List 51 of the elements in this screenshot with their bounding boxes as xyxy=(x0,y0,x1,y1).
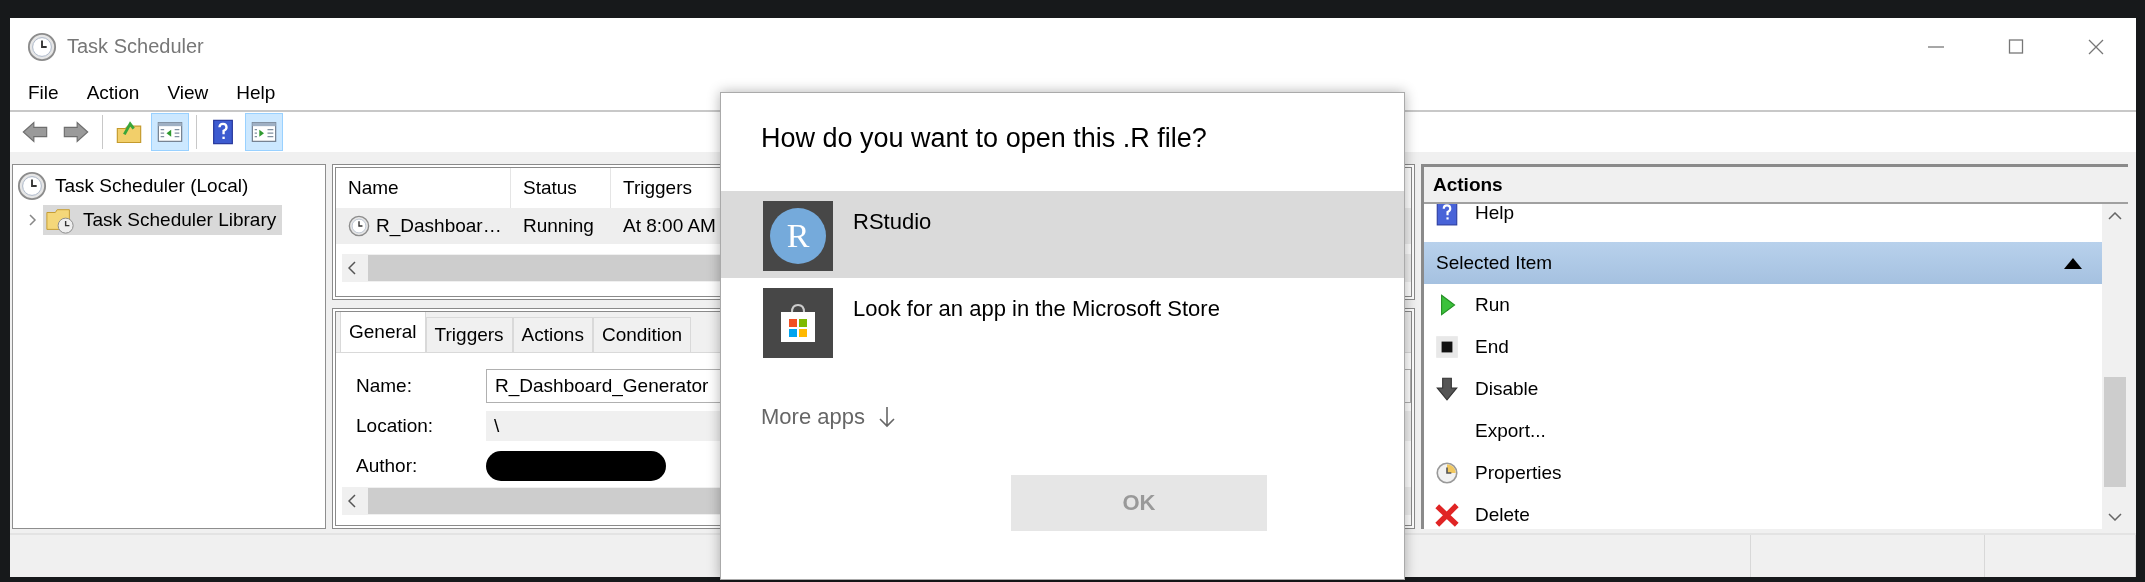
tree-item[interactable]: Task Scheduler Library xyxy=(43,205,283,235)
task-command[interactable]: End xyxy=(1424,326,2102,368)
table-cell-text: Running xyxy=(522,215,595,237)
caret-icon[interactable] xyxy=(2064,257,2082,269)
chevron-left-icon[interactable] xyxy=(348,261,356,275)
app-option[interactable]: R RStudio xyxy=(721,191,1404,278)
app-option[interactable]: Look for an app in the Microsoft Store xyxy=(721,278,1404,365)
chevron-up-icon[interactable] xyxy=(2108,212,2122,220)
task-command[interactable]: Help xyxy=(1424,204,2102,234)
field-label: Location: xyxy=(356,415,435,437)
tab[interactable]: Triggers xyxy=(425,317,513,352)
menu-item[interactable]: File xyxy=(14,81,73,104)
help-icon xyxy=(1434,204,1460,226)
clock-icon xyxy=(17,171,47,201)
chevron-down-icon[interactable] xyxy=(2108,513,2122,521)
task-command[interactable]: Properties xyxy=(1424,452,2102,494)
menu-item[interactable]: Help xyxy=(222,81,290,104)
stop-icon xyxy=(1434,334,1460,360)
field-label: Author: xyxy=(356,455,419,477)
maximize-icon xyxy=(2008,38,2024,55)
menu-item[interactable]: View xyxy=(153,81,223,104)
tab[interactable]: Actions xyxy=(512,317,593,352)
table-cell: R_Dashboar… xyxy=(336,215,511,237)
field-label: Name: xyxy=(356,375,413,397)
delete-icon xyxy=(1434,502,1460,528)
chevron-icon[interactable] xyxy=(27,213,37,227)
table-cell-text: At 8:00 AM xyxy=(622,215,717,237)
clock-icon xyxy=(348,215,370,237)
section-header[interactable]: Selected Item xyxy=(1424,242,2102,284)
menu-item[interactable]: Action xyxy=(72,81,154,104)
tab[interactable]: Condition xyxy=(592,317,692,352)
chevron-left-icon[interactable] xyxy=(348,494,356,508)
show-console-tree-button[interactable] xyxy=(151,113,189,151)
rstudio-logo-icon: R xyxy=(763,201,833,271)
close-icon xyxy=(2088,38,2104,55)
down-arrow-icon xyxy=(1434,376,1460,402)
task-command[interactable]: Delete xyxy=(1424,494,2102,529)
tree-item[interactable]: Task Scheduler (Local) xyxy=(15,171,255,201)
tab[interactable]: General xyxy=(340,312,426,352)
task-command[interactable]: Run xyxy=(1424,284,2102,326)
dialog-title: How do you want to open this .R file? xyxy=(760,122,1208,155)
minimize-icon xyxy=(1928,45,1944,48)
task-command[interactable]: Disable xyxy=(1424,368,2102,410)
show-action-pane-button[interactable] xyxy=(245,113,283,151)
window-title: Task Scheduler xyxy=(67,35,205,58)
arrow-down-icon[interactable] xyxy=(878,406,895,428)
shopping-bag-icon xyxy=(763,288,833,358)
clock-icon xyxy=(27,31,57,62)
pane-title: Actions xyxy=(1424,167,2128,204)
clock-icon xyxy=(1434,460,1460,486)
task-command[interactable]: Export... xyxy=(1424,410,2102,452)
